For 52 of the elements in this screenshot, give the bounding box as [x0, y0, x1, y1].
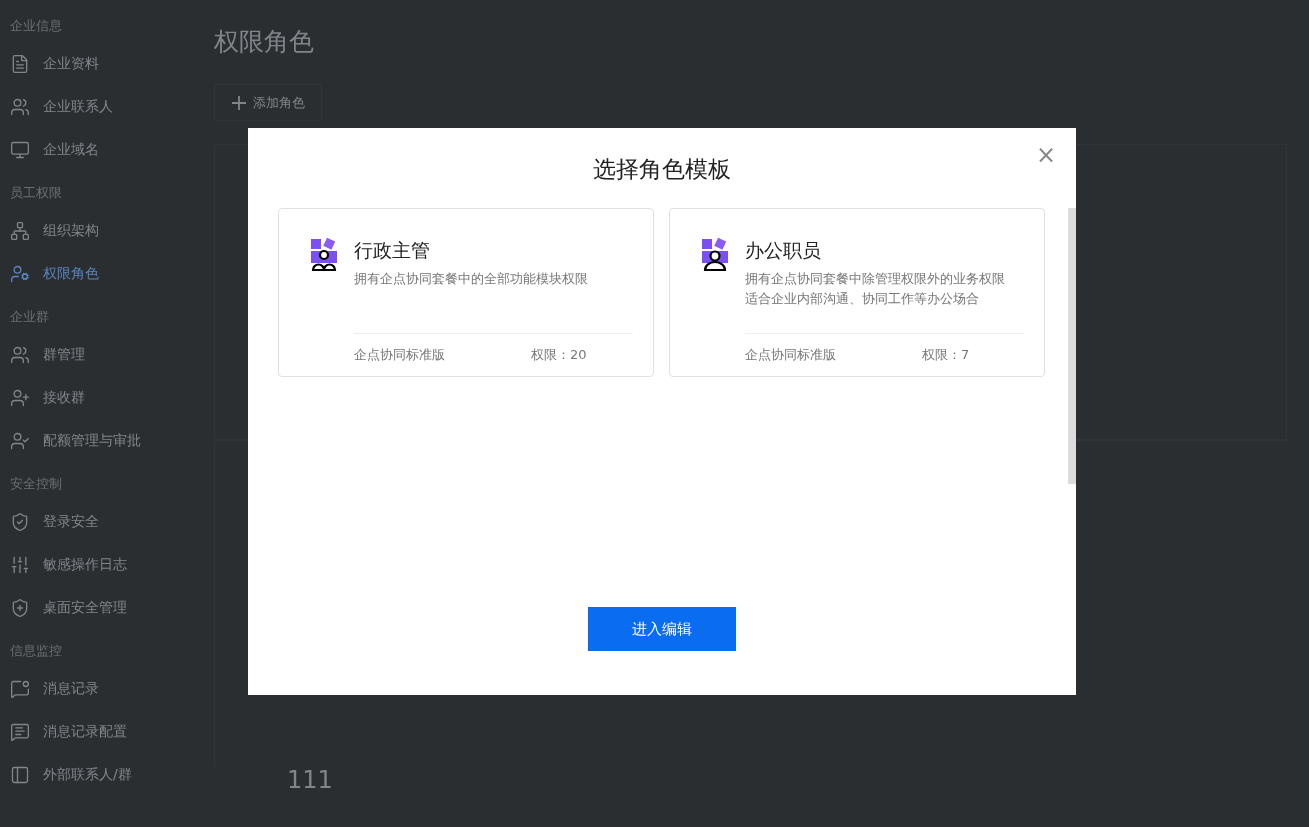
role-template-card[interactable]: 行政主管 拥有企点协同套餐中的全部功能模块权限 企点协同标准版 权限：20 — [278, 208, 654, 377]
shield-check-icon — [10, 511, 30, 532]
edit-button[interactable]: 进入编辑 — [588, 607, 736, 651]
sidebar-item[interactable]: 企业资料 — [10, 42, 200, 85]
permission-count: 权限：20 — [531, 346, 587, 364]
sidebar-section-title: 企业群 — [10, 308, 50, 326]
sliders-icon — [10, 554, 30, 575]
panel-text: 111 — [287, 766, 334, 794]
role-title: 行政主管 — [354, 238, 431, 263]
panel-icon — [10, 764, 30, 785]
sidebar-section-title: 企业信息 — [10, 17, 63, 35]
sidebar-item[interactable]: 桌面安全管理 — [10, 586, 200, 629]
sidebar-item[interactable]: 外部联系人/群 — [10, 753, 200, 796]
sidebar-item[interactable]: 配额管理与审批 — [10, 419, 200, 462]
sidebar-item[interactable]: 登录安全 — [10, 500, 200, 543]
sidebar-item[interactable]: 组织架构 — [10, 209, 200, 252]
user-plus-icon — [10, 387, 30, 408]
sidebar-section-title: 安全控制 — [10, 475, 63, 493]
page-title: 权限角色 — [214, 26, 315, 58]
sidebar-item[interactable]: 权限角色 — [10, 252, 200, 295]
add-role-button[interactable]: 添加角色 — [214, 84, 322, 121]
dialog-title: 选择角色模板 — [593, 155, 731, 184]
role-description: 拥有企点协同套餐中除管理权限外的业务权限 — [745, 270, 1006, 288]
sidebar-item[interactable]: 企业域名 — [10, 128, 200, 171]
sidebar-item[interactable]: 敏感操作日志 — [10, 543, 200, 586]
edition-label: 企点协同标准版 — [354, 346, 446, 364]
message-icon — [10, 678, 30, 699]
sidebar-item[interactable]: 企业联系人 — [10, 85, 200, 128]
sidebar-item[interactable]: 接收群 — [10, 376, 200, 419]
people-icon — [10, 96, 30, 117]
role-description: 适合企业内部沟通、协同工作等办公场合 — [745, 290, 980, 308]
sidebar-item[interactable]: 群管理 — [10, 333, 200, 376]
role-description: 拥有企点协同套餐中的全部功能模块权限 — [354, 270, 589, 288]
sidebar-item[interactable]: 消息记录 — [10, 667, 200, 710]
scrollbar[interactable] — [1068, 208, 1076, 484]
sidebar-item[interactable]: 消息记录配置 — [10, 710, 200, 753]
role-template-card[interactable]: 办公职员 拥有企点协同套餐中除管理权限外的业务权限 适合企业内部沟通、协同工作等办公场合 企点协同标准版 权限：7 — [669, 208, 1045, 377]
plus-icon — [231, 94, 247, 111]
close-button[interactable]: × — [1031, 142, 1060, 168]
users-icon — [10, 344, 30, 365]
sidebar-section-title: 信息监控 — [10, 642, 63, 660]
sidebar-section-title: 员工权限 — [10, 184, 63, 202]
document-icon — [10, 53, 30, 74]
shield-plus-icon — [10, 597, 30, 618]
permission-count: 权限：7 — [922, 346, 970, 364]
org-chart-icon — [10, 220, 30, 241]
monitor-icon — [10, 139, 30, 160]
role-title: 办公职员 — [745, 238, 822, 263]
edition-label: 企点协同标准版 — [745, 346, 837, 364]
message-text-icon — [10, 721, 30, 742]
user-check-icon — [10, 430, 30, 451]
user-gear-icon — [10, 263, 30, 284]
